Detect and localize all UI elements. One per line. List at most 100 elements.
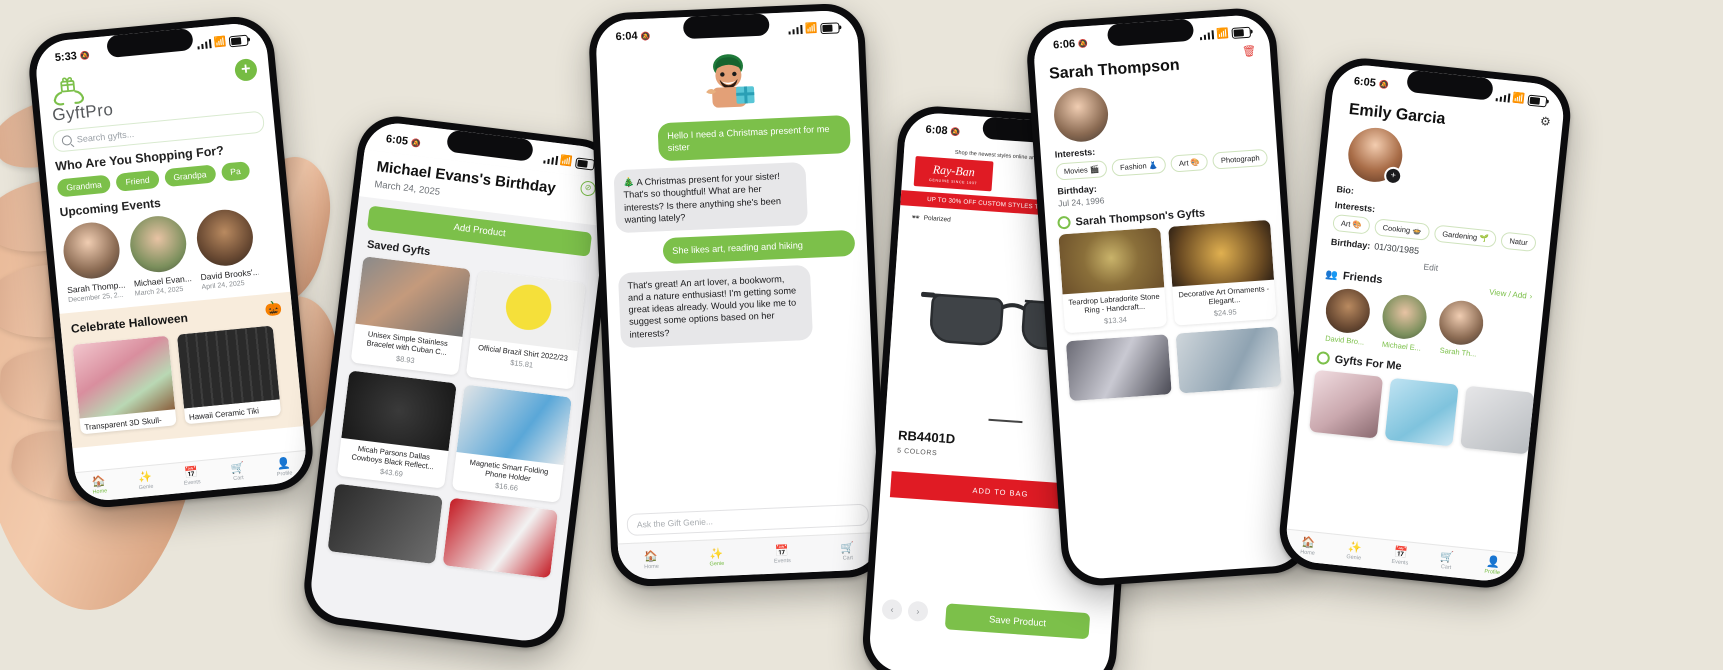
product-image bbox=[327, 483, 443, 565]
status-time: 5:33 bbox=[54, 50, 78, 65]
event-item[interactable]: Michael Evan... March 24, 2025 bbox=[127, 213, 193, 298]
status-time: 6:05 bbox=[1353, 75, 1377, 90]
tab-genie[interactable]: ✨ Genie bbox=[1330, 535, 1379, 570]
tab-home[interactable]: 🏠 Home bbox=[1284, 530, 1333, 565]
tab-events[interactable]: 📅 Events bbox=[1376, 539, 1425, 574]
tab-cart[interactable]: 🛒 Cart bbox=[1422, 544, 1471, 579]
phone-event-detail: 6:05 🔕 📶 Michael Evans's Birthday March … bbox=[299, 111, 623, 653]
home-icon: 🏠 bbox=[643, 550, 659, 564]
status-time: 6:06 bbox=[1052, 37, 1076, 52]
product-card[interactable] bbox=[1460, 385, 1535, 455]
cart-icon: 🛒 bbox=[230, 461, 245, 476]
gift-genie-avatar bbox=[706, 54, 755, 108]
tab-label: Home bbox=[644, 563, 659, 571]
battery-icon bbox=[820, 21, 840, 34]
bell-slash-icon: 🔕 bbox=[79, 50, 91, 61]
friend-item[interactable]: Michael E... bbox=[1377, 292, 1431, 353]
chat-input[interactable]: Ask the Gift Genie... bbox=[626, 503, 870, 537]
tab-label: Genie bbox=[709, 560, 725, 568]
calendar-icon: 📅 bbox=[1393, 546, 1409, 560]
product-card[interactable] bbox=[1065, 333, 1172, 401]
avatar-with-add[interactable]: + bbox=[1345, 125, 1405, 186]
tab-label: Cart bbox=[1440, 564, 1452, 572]
signal-icon bbox=[196, 38, 212, 50]
add-button[interactable]: + bbox=[233, 57, 258, 82]
bell-slash-icon: 🔕 bbox=[1378, 79, 1390, 90]
product-image bbox=[341, 369, 457, 451]
interest-chip[interactable]: Natur bbox=[1500, 231, 1537, 253]
wifi-icon: 📶 bbox=[559, 154, 574, 168]
product-card[interactable] bbox=[442, 497, 558, 579]
avatar bbox=[1380, 292, 1429, 342]
signal-icon bbox=[787, 24, 803, 35]
save-product-button[interactable]: Save Product bbox=[944, 603, 1091, 640]
product-card[interactable] bbox=[1384, 377, 1459, 447]
avatar bbox=[127, 213, 189, 275]
product-card[interactable]: Unisex Simple Stainless Bracelet with Cu… bbox=[350, 255, 471, 376]
polarized-icon: 🕶 bbox=[911, 213, 920, 222]
battery-icon bbox=[574, 156, 596, 171]
friend-item[interactable]: Sarah Th... bbox=[1434, 298, 1488, 359]
product-card[interactable]: Micah Parsons Dallas Cowboys Black Refle… bbox=[336, 369, 457, 490]
audience-chip[interactable]: Pa bbox=[220, 161, 251, 182]
promo-title: Celebrate Halloween bbox=[70, 310, 189, 336]
phone-friend-profile: 6:06 🔕 📶 Sarah Thompson 🗑 Interests: Mov… bbox=[1024, 5, 1314, 589]
tab-profile[interactable]: 👤 Profile bbox=[1468, 549, 1517, 584]
back-button[interactable]: ‹ bbox=[881, 598, 903, 621]
tab-profile[interactable]: 👤 Profile bbox=[260, 451, 309, 485]
tab-home[interactable]: 🏠 Home bbox=[618, 542, 685, 581]
interest-chip[interactable]: Movies 🎬 bbox=[1055, 160, 1108, 181]
add-photo-button[interactable]: + bbox=[1383, 165, 1404, 186]
product-card[interactable]: Decorative Art Ornaments - Elegant... $2… bbox=[1168, 219, 1277, 326]
product-card[interactable] bbox=[1175, 326, 1282, 394]
friend-item[interactable]: David Bro... bbox=[1320, 286, 1374, 347]
audience-chip[interactable]: Grandpa bbox=[163, 164, 217, 188]
forward-button[interactable]: › bbox=[907, 600, 929, 622]
bell-slash-icon: 🔕 bbox=[640, 31, 651, 41]
product-card[interactable]: Magnetic Smart Folding Phone Holder $16.… bbox=[451, 384, 572, 504]
logo-text: Ray-Ban bbox=[932, 162, 976, 180]
product-card[interactable]: Official Brazil Shirt 2022/23 $15.81 bbox=[465, 270, 586, 390]
product-card[interactable] bbox=[1309, 369, 1384, 439]
product-card[interactable] bbox=[327, 483, 443, 565]
chat-messages: Hello I need a Christmas present for me … bbox=[599, 105, 871, 348]
tab-label: Home bbox=[1299, 549, 1316, 557]
bell-slash-icon: 🔕 bbox=[1077, 38, 1089, 49]
bell-slash-icon: 🔕 bbox=[410, 137, 422, 148]
product-card[interactable]: Teardrop Labradorite Stone Ring - Handcr… bbox=[1058, 227, 1168, 334]
promo-product-card[interactable]: Hawaii Ceramic Tiki bbox=[177, 325, 282, 425]
audience-chip[interactable]: Grandma bbox=[56, 174, 112, 198]
battery-icon bbox=[1231, 26, 1252, 39]
tab-label: Events bbox=[1391, 558, 1409, 567]
promo-product-card[interactable]: Transparent 3D Skull- bbox=[72, 335, 177, 435]
sparkle-icon: ✨ bbox=[709, 547, 724, 561]
saved-products-grid: Unisex Simple Stainless Bracelet with Cu… bbox=[315, 249, 598, 580]
gift-bullet-icon bbox=[1057, 215, 1071, 230]
tab-genie[interactable]: ✨ Genie bbox=[121, 464, 170, 498]
avatar bbox=[1437, 298, 1486, 347]
trash-icon[interactable]: 🗑 bbox=[1242, 44, 1257, 58]
interest-chip[interactable]: Art 🎨 bbox=[1170, 152, 1209, 173]
event-item[interactable]: Sarah Thomp... December 25, 2... bbox=[60, 220, 126, 304]
calendar-icon: 📅 bbox=[183, 466, 199, 480]
search-icon bbox=[61, 134, 73, 146]
chat-bubble-user: Hello I need a Christmas present for me … bbox=[657, 114, 851, 162]
product-image bbox=[355, 255, 471, 337]
tab-genie[interactable]: ✨ Genie bbox=[683, 539, 750, 578]
chevron-right-icon: › bbox=[1529, 291, 1533, 301]
tab-home[interactable]: 🏠 Home bbox=[75, 469, 124, 503]
tab-label: Profile bbox=[276, 470, 293, 478]
notch bbox=[682, 13, 770, 40]
people-icon: 👥 bbox=[1324, 268, 1339, 282]
gear-icon[interactable]: ⚙ bbox=[1539, 114, 1551, 129]
tab-events[interactable]: 📅 Events bbox=[749, 536, 816, 575]
product-image bbox=[456, 384, 572, 465]
tab-events[interactable]: 📅 Events bbox=[167, 460, 216, 494]
cart-icon: 🛒 bbox=[1439, 550, 1455, 565]
wifi-icon: 📶 bbox=[804, 22, 818, 35]
event-item[interactable]: David Brooks'... April 24, 2025 bbox=[194, 207, 259, 291]
audience-chip[interactable]: Friend bbox=[115, 169, 160, 192]
tab-cart[interactable]: 🛒 Cart bbox=[213, 455, 262, 489]
chat-bubble-genie: That's great! An art lover, a bookworm, … bbox=[617, 264, 813, 348]
wifi-icon: 📶 bbox=[1511, 92, 1526, 105]
